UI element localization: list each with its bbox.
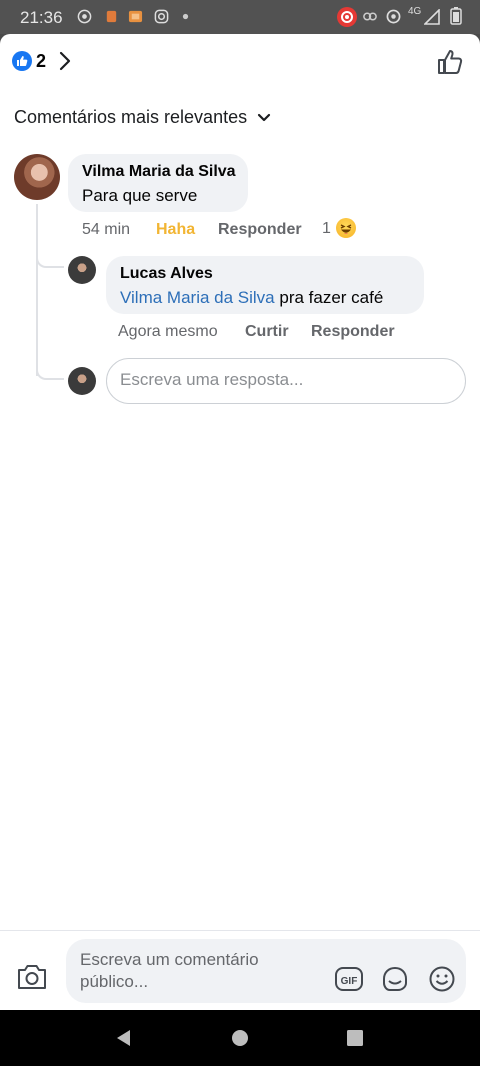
target-icon	[77, 9, 92, 24]
thread-connector	[36, 252, 64, 268]
dot-icon	[182, 13, 189, 20]
signal-icon	[424, 9, 440, 25]
reaction-count[interactable]: 1	[322, 220, 331, 238]
like-button[interactable]	[436, 48, 464, 76]
reply-text: Vilma Maria da Silva pra fazer café	[120, 288, 383, 308]
comment-time: 54 min	[82, 221, 131, 238]
comment-input[interactable]: Escreva um comentário público... GIF	[66, 939, 466, 1003]
reply-body: pra fazer café	[274, 288, 384, 307]
like-comment-button[interactable]: Curtir	[245, 323, 289, 341]
camera-icon[interactable]	[16, 963, 48, 991]
battery-icon	[450, 7, 462, 25]
link-icon	[363, 12, 377, 21]
comment-bubble[interactable]: Vilma Maria da Silva Para que serve	[68, 154, 248, 212]
avatar	[68, 367, 96, 395]
comment-input-placeholder: Escreva um comentário público...	[80, 950, 259, 991]
comment-author[interactable]: Vilma Maria da Silva	[82, 163, 236, 181]
reaction-haha-button[interactable]: Haha	[156, 221, 195, 239]
reply-time: Agora mesmo	[118, 323, 218, 340]
comments-sheet: 2 Comentários mais relevantes Vilma Mari…	[0, 34, 480, 1010]
reply-button[interactable]: Responder	[311, 323, 395, 341]
thread-line	[36, 204, 38, 376]
reactions-header: 2	[0, 34, 480, 88]
emoji-icon[interactable]	[428, 965, 456, 993]
avatar[interactable]	[14, 154, 60, 200]
thread-connector-input	[36, 360, 64, 380]
svg-text:GIF: GIF	[341, 976, 358, 987]
recents-icon[interactable]	[346, 1028, 364, 1048]
chevron-right-icon[interactable]	[58, 50, 72, 72]
sticker-icon[interactable]	[380, 965, 410, 993]
app-notification-icon	[106, 10, 117, 23]
data-saver-icon	[386, 9, 401, 24]
comment-text: Para que serve	[82, 186, 198, 205]
chevron-down-icon	[258, 113, 271, 121]
mention-link[interactable]: Vilma Maria da Silva	[120, 288, 275, 307]
comment-composer: Escreva um comentário público... GIF	[0, 930, 480, 1010]
like-reaction-icon	[12, 51, 32, 71]
network-type: 4G	[408, 6, 422, 17]
system-nav-bar	[0, 1010, 480, 1066]
back-icon[interactable]	[114, 1028, 132, 1048]
reply-button[interactable]: Responder	[218, 221, 302, 239]
home-icon[interactable]	[231, 1028, 249, 1048]
instagram-icon	[154, 9, 169, 24]
status-time: 21:36	[20, 8, 63, 27]
sort-selector[interactable]: Comentários mais relevantes	[14, 107, 271, 128]
app-notification-icon-2	[128, 10, 143, 23]
reply-bubble[interactable]: Lucas Alves Vilma Maria da Silva pra faz…	[106, 256, 424, 314]
recording-icon	[337, 7, 357, 27]
avatar[interactable]	[68, 256, 96, 284]
like-count[interactable]: 2	[36, 51, 46, 72]
reply-author[interactable]: Lucas Alves	[120, 265, 213, 283]
reply-input-field[interactable]	[120, 370, 450, 390]
haha-emoji-icon	[336, 218, 356, 238]
status-bar: 21:36 4G	[0, 0, 480, 34]
sort-label: Comentários mais relevantes	[14, 107, 248, 127]
reply-input[interactable]	[106, 358, 466, 404]
gif-icon[interactable]: GIF	[334, 965, 364, 993]
